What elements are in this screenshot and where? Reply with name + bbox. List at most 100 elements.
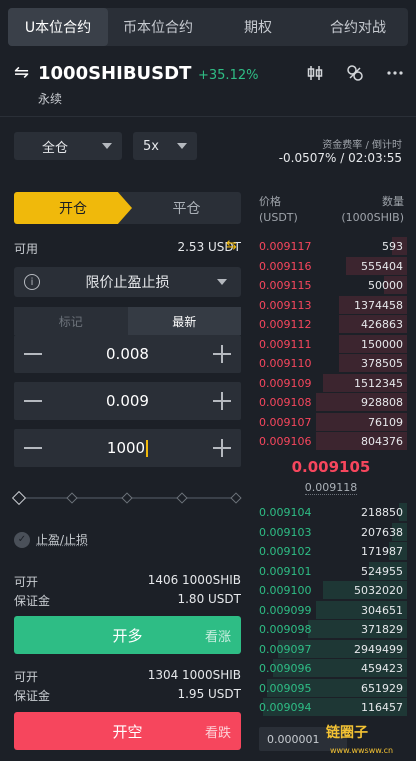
tpsl-toggle[interactable]: ✓ 止盈/止损	[14, 531, 88, 548]
bid-row[interactable]: 0.009096 459423	[255, 658, 407, 678]
transfer-icon[interactable]: ⇆	[226, 239, 240, 253]
bid-row[interactable]: 0.009098 371829	[255, 619, 407, 639]
open-short-button[interactable]: 开空 看跌	[14, 712, 241, 750]
trigger-price-stepper[interactable]: 0.008	[14, 335, 241, 373]
open-long-label: 开多	[112, 626, 143, 645]
ask-row[interactable]: 0.009115 50000	[255, 275, 407, 295]
ask-price: 0.009112	[259, 318, 312, 331]
ask-row[interactable]: 0.009111 150000	[255, 334, 407, 354]
link-icon[interactable]	[346, 64, 364, 82]
tab-contract-battle[interactable]: 合约对战	[308, 8, 408, 46]
bid-row[interactable]: 0.009104 218850	[255, 502, 407, 522]
text-cursor	[146, 439, 149, 457]
bid-price: 0.009099	[259, 603, 312, 617]
candlestick-icon[interactable]	[306, 64, 324, 82]
long-margin-label: 保证金	[14, 594, 51, 608]
open-long-sublabel: 看涨	[204, 630, 231, 645]
tab-usdt-margined[interactable]: U本位合约	[8, 8, 108, 46]
swap-icon[interactable]: ⇋	[14, 64, 32, 82]
tab-options[interactable]: 期权	[208, 8, 308, 46]
slider-step-75[interactable]	[176, 492, 188, 504]
contract-type-tabs: U本位合约 币本位合约 期权 合约对战	[8, 8, 408, 46]
ask-qty: 150000	[361, 337, 403, 351]
ask-price: 0.009115	[259, 279, 312, 292]
ask-price: 0.009109	[259, 376, 312, 390]
trigger-price-input[interactable]: 0.008	[106, 345, 149, 363]
bid-row[interactable]: 0.009099 304651	[255, 600, 407, 620]
watermark-url: www.wwsww.cn	[330, 746, 394, 755]
open-close-tabs: 开仓 平仓	[14, 192, 241, 224]
ask-qty: 555404	[361, 259, 403, 273]
amount-stepper[interactable]: 1000	[14, 429, 241, 467]
ask-price: 0.009113	[259, 298, 312, 312]
symbol-title[interactable]: 1000SHIBUSDT	[38, 63, 191, 84]
bid-row[interactable]: 0.009095 651929	[255, 678, 407, 698]
tab-coin-margined[interactable]: 币本位合约	[108, 8, 208, 46]
tab-last-price[interactable]: 最新	[127, 307, 241, 335]
qty-unit: (1000SHIB)	[341, 211, 404, 224]
check-icon[interactable]: ✓	[14, 531, 30, 548]
bid-row[interactable]: 0.009100 5032020	[255, 580, 407, 600]
bid-row[interactable]: 0.009094 116457	[255, 697, 407, 717]
limit-price-stepper[interactable]: 0.009	[14, 382, 241, 420]
tpsl-label: 止盈/止损	[36, 533, 89, 547]
mark-price[interactable]: 0.009118	[255, 481, 407, 495]
margin-mode-select[interactable]: 全仓	[14, 132, 122, 160]
slider-step-100[interactable]	[230, 492, 242, 504]
slider-step-50[interactable]	[121, 492, 133, 504]
ask-row[interactable]: 0.009112 426863	[255, 314, 407, 334]
more-icon[interactable]	[386, 64, 404, 82]
plus-icon[interactable]	[213, 345, 231, 363]
short-margin-value: 1.95 USDT	[177, 687, 241, 701]
ask-qty: 76109	[368, 415, 403, 429]
bid-price: 0.009101	[259, 564, 312, 578]
bid-row[interactable]: 0.009101 524955	[255, 561, 407, 581]
minus-icon[interactable]	[24, 353, 42, 355]
ask-qty: 1512345	[354, 376, 403, 390]
amount-slider[interactable]	[11, 490, 242, 506]
funding-rate-value: -0.0507% / 02:03:55	[278, 151, 402, 165]
ask-row[interactable]: 0.009113 1374458	[255, 295, 407, 315]
short-margin-label: 保证金	[14, 689, 51, 703]
bid-price: 0.009097	[259, 642, 312, 656]
price-unit: (USDT)	[259, 211, 298, 224]
bid-qty: 524955	[361, 564, 403, 578]
bid-qty: 459423	[361, 662, 403, 675]
margin-mode-value: 全仓	[42, 140, 69, 156]
minus-icon[interactable]	[24, 400, 42, 402]
ask-row[interactable]: 0.009106 804376	[255, 431, 407, 451]
amount-input[interactable]: 1000	[107, 439, 145, 457]
ask-row[interactable]: 0.009116 555404	[255, 256, 407, 276]
slider-handle[interactable]	[11, 490, 27, 506]
tab-open[interactable]: 开仓	[14, 192, 132, 224]
limit-price-input[interactable]: 0.009	[106, 392, 149, 410]
bid-price: 0.009102	[259, 545, 312, 558]
bid-row[interactable]: 0.009102 171987	[255, 541, 407, 561]
mark-price-value: 0.009118	[304, 481, 358, 495]
ask-qty: 50000	[368, 279, 403, 292]
ask-row[interactable]: 0.009109 1512345	[255, 373, 407, 393]
plus-icon[interactable]	[213, 392, 231, 410]
price-change: +35.12%	[198, 68, 259, 83]
bid-price: 0.009103	[259, 525, 312, 539]
bid-qty: 5032020	[354, 584, 403, 597]
long-margin-value: 1.80 USDT	[177, 592, 241, 606]
tab-close[interactable]: 平仓	[132, 192, 241, 224]
ask-row[interactable]: 0.009108 928808	[255, 392, 407, 412]
ask-row[interactable]: 0.009117 593	[255, 236, 407, 256]
long-max-open-value: 1406 1000SHIB	[147, 573, 241, 587]
ask-row[interactable]: 0.009107 76109	[255, 412, 407, 432]
open-long-button[interactable]: 开多 看涨	[14, 616, 241, 654]
info-icon[interactable]: i	[24, 274, 40, 290]
plus-icon[interactable]	[213, 439, 231, 457]
ask-row[interactable]: 0.009110 378505	[255, 353, 407, 373]
bid-row[interactable]: 0.009103 207638	[255, 522, 407, 542]
last-price[interactable]: 0.009105	[255, 458, 407, 476]
leverage-select[interactable]: 5x	[133, 132, 197, 160]
order-type-select[interactable]: i 限价止盈止损	[14, 267, 241, 297]
minus-icon[interactable]	[24, 447, 42, 449]
slider-step-25[interactable]	[66, 492, 78, 504]
ask-qty: 593	[382, 240, 403, 253]
tab-mark-price[interactable]: 标记	[14, 307, 128, 335]
bid-row[interactable]: 0.009097 2949499	[255, 639, 407, 659]
